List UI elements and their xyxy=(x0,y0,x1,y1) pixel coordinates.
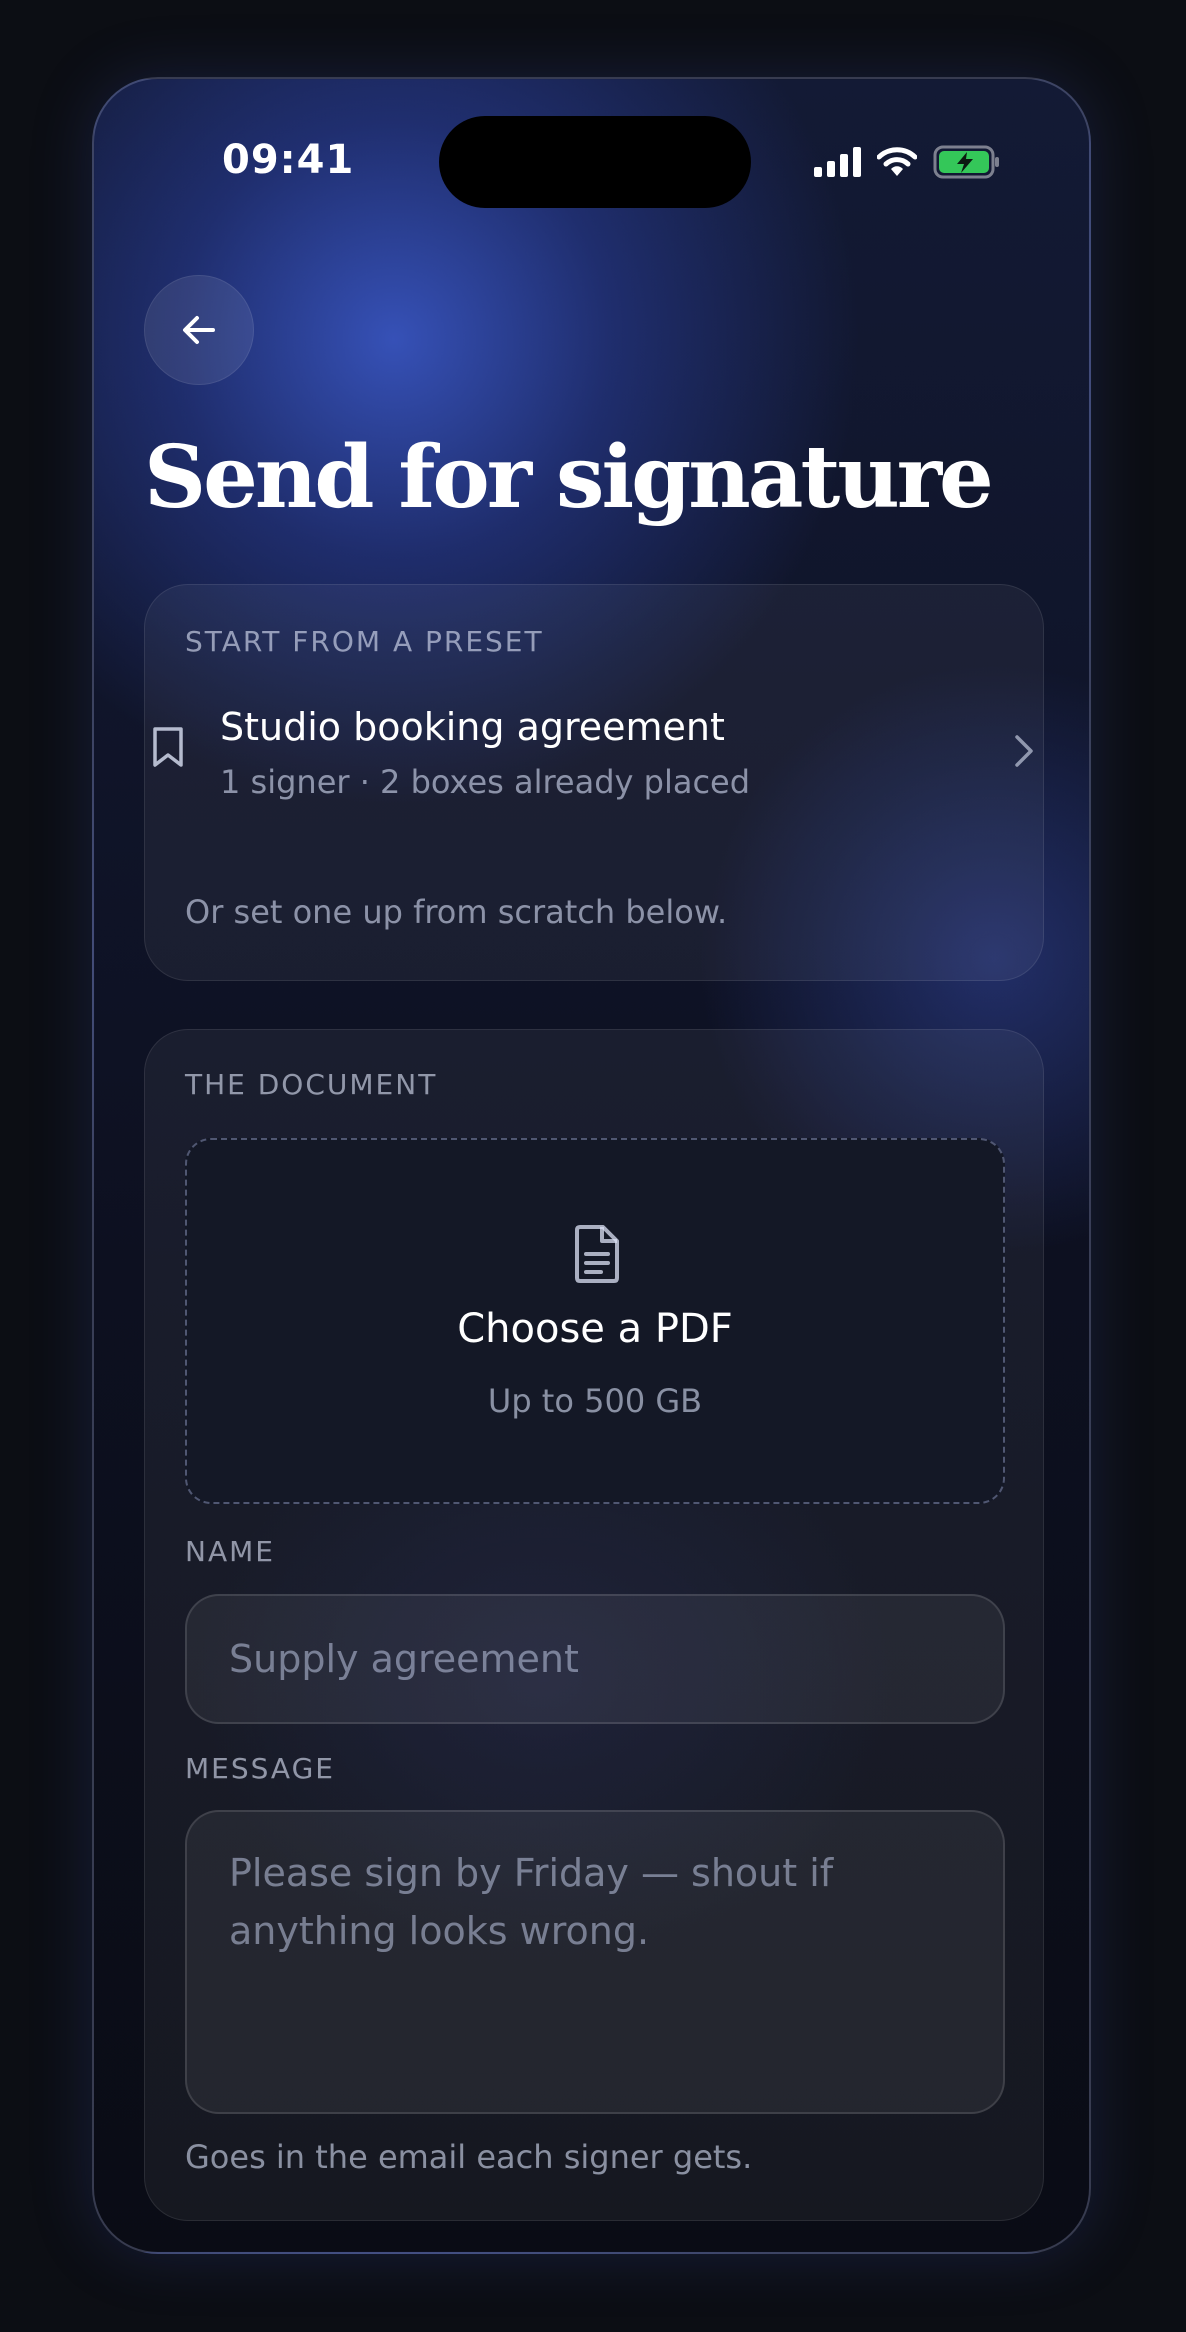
preset-hint: Or set one up from scratch below. xyxy=(185,893,728,931)
message-hint: Goes in the email each signer gets. xyxy=(185,2138,753,2176)
back-button[interactable] xyxy=(144,275,254,385)
preset-card: START FROM A PRESET Studio booking agree… xyxy=(144,584,1044,981)
page-title: Send for signature xyxy=(144,427,994,528)
name-label: NAME xyxy=(185,1535,275,1568)
document-card: THE DOCUMENT Choose a PDF Up to 500 GB N… xyxy=(144,1029,1044,2221)
dynamic-island xyxy=(439,116,751,208)
preset-name: Studio booking agreement xyxy=(220,705,725,749)
name-input[interactable] xyxy=(185,1594,1005,1724)
preset-section-label: START FROM A PRESET xyxy=(185,625,544,658)
arrow-left-icon xyxy=(183,316,215,344)
document-icon xyxy=(575,1225,619,1283)
cellular-signal-icon xyxy=(814,147,861,177)
message-textarea[interactable] xyxy=(185,1810,1005,2114)
status-icons xyxy=(814,145,1001,179)
document-section-label: THE DOCUMENT xyxy=(185,1068,438,1101)
chevron-right-icon xyxy=(1015,735,1033,767)
upload-size-limit: Up to 500 GB xyxy=(487,1382,703,1420)
pdf-upload-dropzone[interactable]: Choose a PDF Up to 500 GB xyxy=(185,1138,1005,1504)
upload-title: Choose a PDF xyxy=(457,1306,733,1352)
phone-frame: 09:41 Send for signature START FROM A PR… xyxy=(92,77,1091,2254)
preset-meta: 1 signer · 2 boxes already placed xyxy=(220,763,751,801)
preset-item[interactable]: Studio booking agreement 1 signer · 2 bo… xyxy=(145,695,1045,815)
battery-charging-icon xyxy=(933,145,999,179)
message-label: MESSAGE xyxy=(185,1752,335,1785)
wifi-icon xyxy=(877,147,917,176)
bookmark-icon xyxy=(153,727,183,767)
status-time: 09:41 xyxy=(222,137,355,183)
